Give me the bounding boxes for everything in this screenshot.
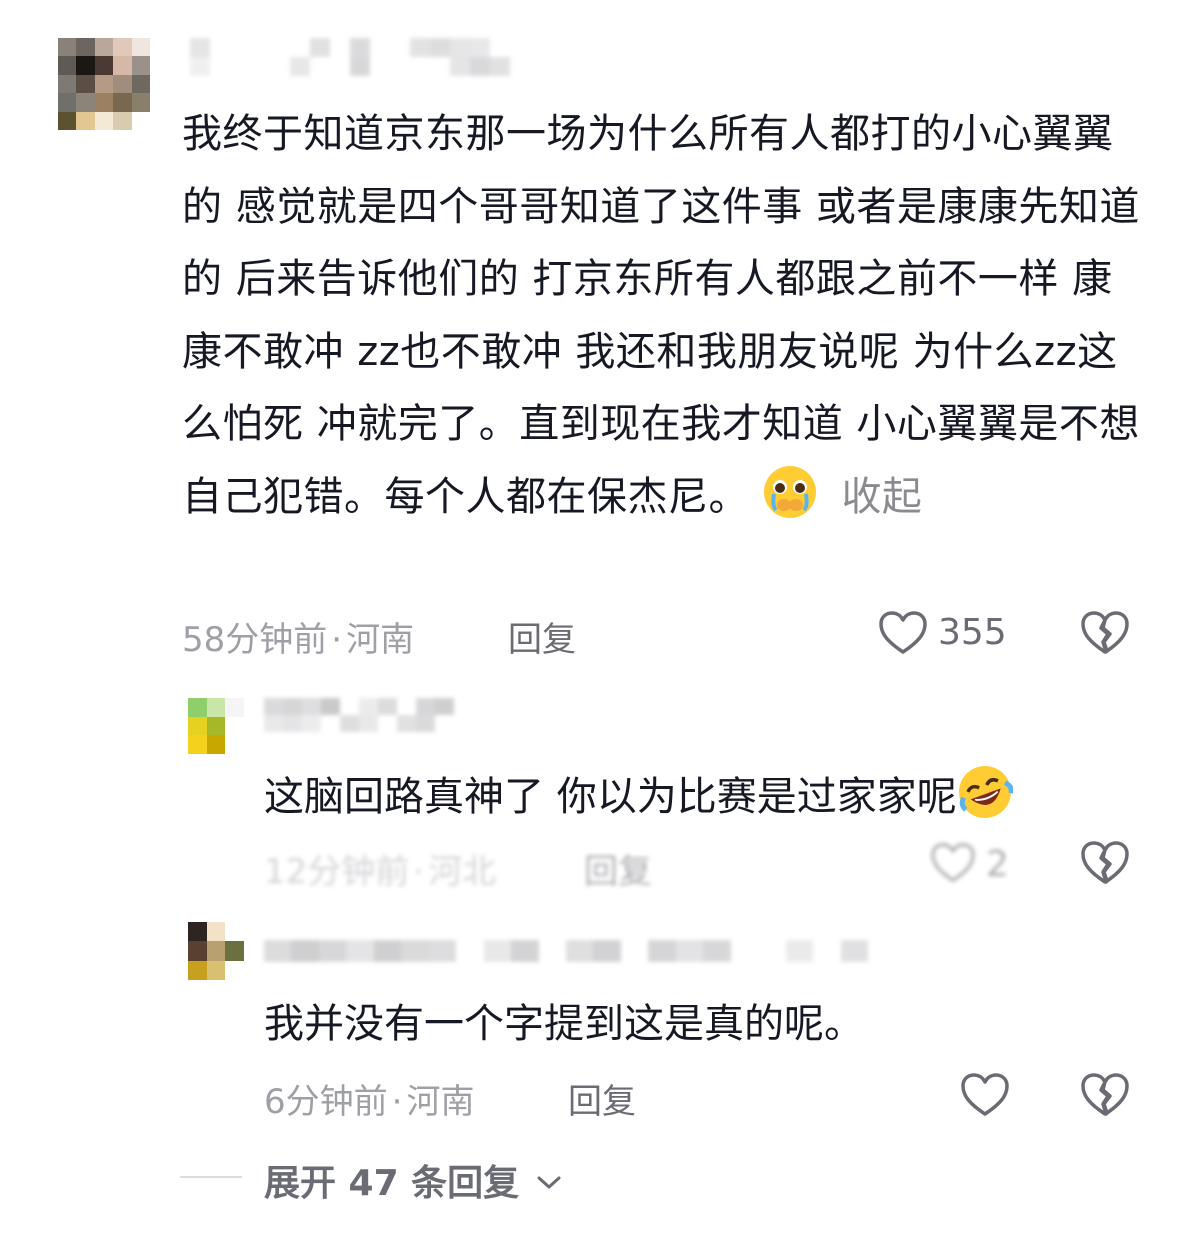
dislike-icon[interactable] xyxy=(1080,840,1130,886)
chevron-down-icon xyxy=(536,1159,562,1200)
comment-meta: 58分钟前 · 河南 xyxy=(182,620,415,660)
reply-avatar[interactable] xyxy=(188,698,244,754)
reply-meta: 6分钟前 · 河南 xyxy=(264,1082,475,1122)
rolling-laughing-emoji xyxy=(957,764,1014,820)
expand-replies-button[interactable]: 展开 47 条回复 xyxy=(264,1154,562,1206)
like-icon[interactable] xyxy=(930,842,976,884)
collapse-link[interactable]: 收起 xyxy=(841,474,922,520)
like-count: 355 xyxy=(938,612,1007,653)
avatar[interactable] xyxy=(58,38,150,130)
reply-username[interactable] xyxy=(264,698,454,732)
reply-button[interactable]: 回复 xyxy=(508,612,576,661)
like-icon[interactable] xyxy=(960,1072,1010,1118)
comment-text: 我终于知道京东那一场为什么所有人都打的小心翼翼的 感觉就是四个哥哥知道了这件事 … xyxy=(182,98,1142,534)
dislike-icon[interactable] xyxy=(1080,1072,1130,1118)
comment-time: 58分钟前 xyxy=(182,620,328,660)
dislike-icon[interactable] xyxy=(1080,610,1130,656)
reply-username[interactable] xyxy=(264,940,868,962)
comment-location: 河南 xyxy=(346,620,415,660)
reply-text: 我并没有一个字提到这是真的呢。 xyxy=(264,1001,864,1047)
reply-meta: 12分钟前 · 河北 xyxy=(264,852,497,892)
reply-button[interactable]: 回复 xyxy=(584,844,652,893)
comment-body: 我终于知道京东那一场为什么所有人都打的小心翼翼的 感觉就是四个哥哥知道了这件事 … xyxy=(182,111,1140,520)
reply-text: 这脑回路真神了 你以为比赛是过家家呢 xyxy=(264,764,1014,825)
reply-time: 6分钟前 xyxy=(264,1082,388,1122)
reply-avatar[interactable] xyxy=(188,922,244,980)
like-count: 2 xyxy=(986,844,1009,885)
username[interactable] xyxy=(190,38,530,76)
reply-location: 河南 xyxy=(406,1082,475,1122)
crying-face-emoji xyxy=(762,464,818,520)
divider xyxy=(180,1176,242,1178)
like-icon[interactable] xyxy=(878,610,928,656)
reply-button[interactable]: 回复 xyxy=(568,1074,636,1123)
